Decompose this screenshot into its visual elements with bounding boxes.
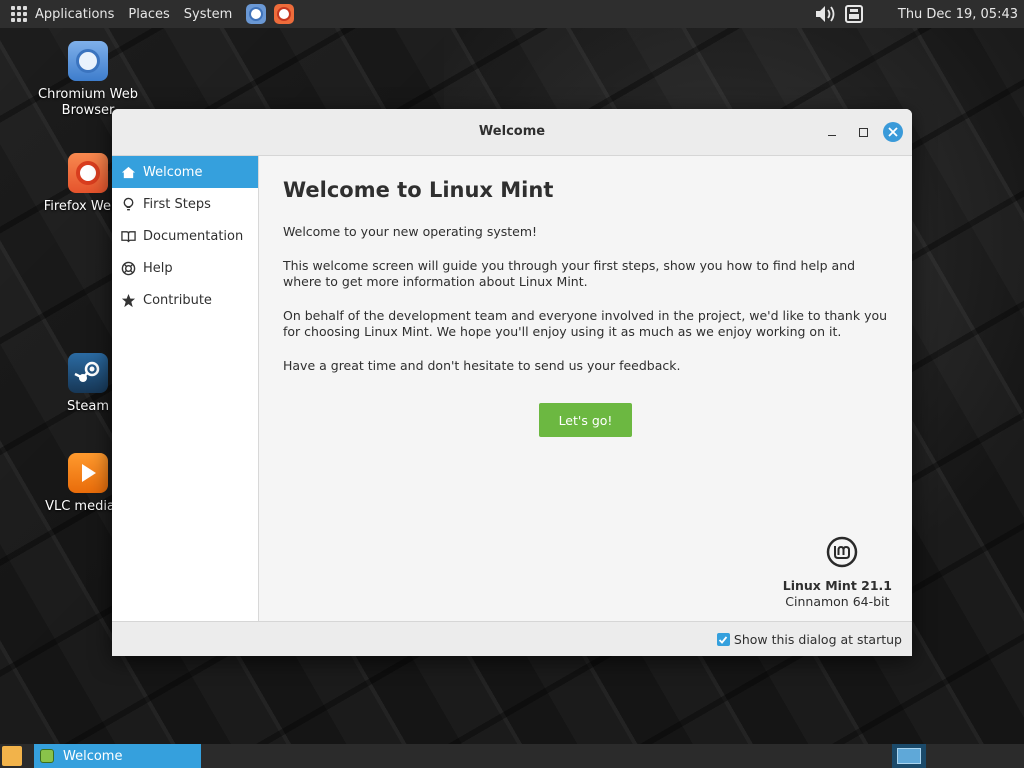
maximize-button[interactable] (853, 122, 873, 142)
taskbar-item-label: Welcome (63, 748, 123, 764)
lightbulb-icon (120, 196, 136, 212)
applications-menu[interactable]: Applications (35, 7, 114, 22)
startup-checkbox[interactable] (716, 633, 730, 646)
sidebar-item-first-steps[interactable]: First Steps (112, 188, 258, 220)
book-icon (120, 228, 136, 244)
lets-go-button[interactable]: Let's go! (539, 403, 632, 437)
sidebar-item-help[interactable]: Help (112, 252, 258, 284)
apps-grid-icon[interactable] (11, 6, 27, 22)
sidebar-item-label: Documentation (143, 228, 244, 244)
steam-icon (68, 353, 108, 393)
sidebar-item-label: Help (143, 260, 173, 276)
chromium-launcher-icon[interactable] (246, 4, 267, 24)
speaker-icon[interactable] (814, 4, 838, 24)
linux-mint-logo-icon (826, 536, 858, 568)
welcome-app-icon (40, 749, 54, 763)
window-footer: Show this dialog at startup (112, 621, 912, 656)
home-icon (120, 164, 136, 180)
menu-button[interactable] (2, 746, 22, 766)
clock[interactable]: Thu Dec 19, 05:43 (898, 7, 1018, 22)
paragraph-guide: This welcome screen will guide you throu… (283, 258, 856, 289)
sidebar-item-label: Welcome (143, 164, 203, 180)
sidebar: Welcome First Steps Documentation Help C… (112, 156, 259, 621)
workspace-switcher[interactable] (892, 744, 926, 768)
lifebuoy-icon (120, 260, 136, 276)
desktop-icon-chromium[interactable]: Chromium Web Browser (23, 41, 153, 119)
page-title: Welcome to Linux Mint (283, 178, 554, 202)
system-menu[interactable]: System (184, 7, 232, 22)
firefox-launcher-icon[interactable] (274, 4, 295, 24)
vlc-icon (68, 453, 108, 493)
minimize-button[interactable] (822, 122, 842, 142)
sidebar-item-documentation[interactable]: Documentation (112, 220, 258, 252)
close-button[interactable] (883, 122, 903, 142)
startup-checkbox-label: Show this dialog at startup (733, 632, 902, 647)
firefox-icon (68, 153, 108, 193)
places-menu[interactable]: Places (128, 7, 169, 22)
paragraph-feedback: Have a great time and don't hesitate to … (283, 358, 681, 373)
network-icon[interactable] (844, 4, 864, 24)
paragraph-intro: Welcome to your new operating system! (283, 224, 538, 239)
window-title: Welcome (478, 124, 546, 139)
startup-checkbox-row[interactable]: Show this dialog at startup (716, 632, 902, 647)
star-icon (120, 292, 136, 308)
version-label: Linux Mint 21.1 (782, 578, 892, 593)
taskbar-item-welcome[interactable]: Welcome (34, 744, 201, 768)
close-icon (888, 127, 898, 137)
sidebar-item-welcome[interactable]: Welcome (112, 156, 258, 188)
paragraph-thanks: On behalf of the development team and ev… (283, 308, 888, 339)
window-titlebar[interactable]: Welcome (112, 109, 912, 156)
chromium-icon (68, 41, 108, 81)
welcome-content: Welcome to Linux Mint Welcome to your ne… (259, 156, 912, 621)
welcome-window: Welcome Welcome First Steps Documentatio… (112, 109, 912, 656)
sidebar-item-label: First Steps (143, 196, 211, 212)
bottom-panel: Welcome (0, 744, 1024, 768)
desktop-icon-label: Chromium Web (38, 87, 138, 102)
version-info: Linux Mint 21.1 Cinnamon 64-bit (783, 578, 892, 610)
sidebar-item-contribute[interactable]: Contribute (112, 284, 258, 316)
sidebar-item-label: Contribute (143, 292, 212, 308)
top-panel: Applications Places System Thu Dec 19, 0… (0, 0, 1024, 28)
checkmark-icon (719, 635, 728, 644)
edition-label: Cinnamon 64-bit (785, 594, 890, 609)
